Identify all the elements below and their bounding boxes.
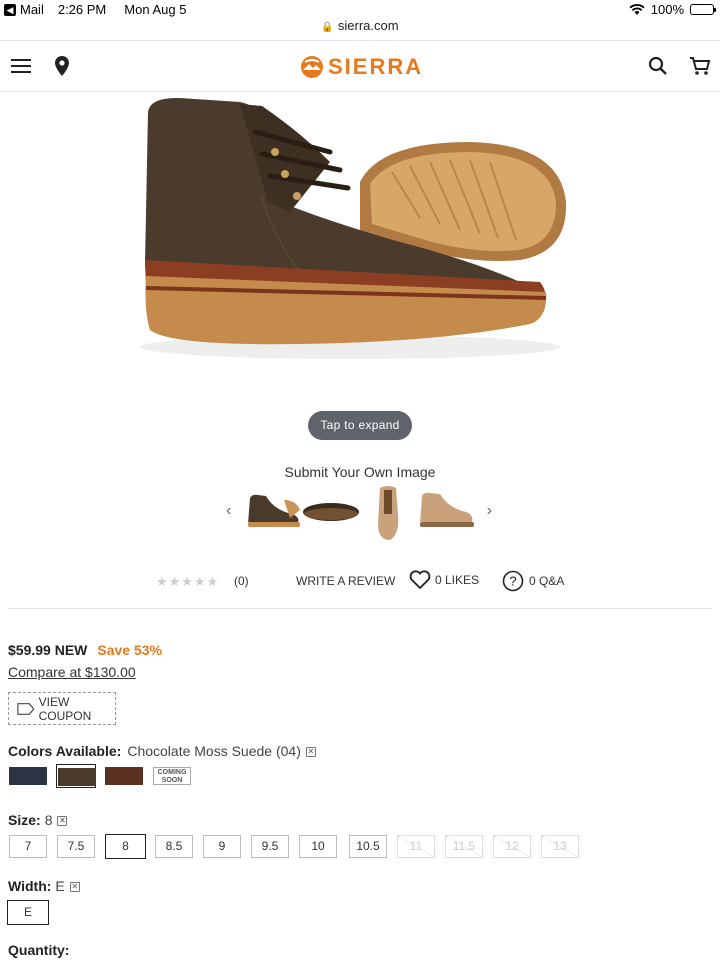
size-option-unavailable: 13 <box>541 835 579 858</box>
wifi-icon <box>629 3 645 15</box>
size-option[interactable]: 10 <box>299 835 337 858</box>
store-locator-icon[interactable] <box>50 54 74 78</box>
question-icon: ? <box>502 570 524 592</box>
chevron-left-icon[interactable]: ‹ <box>226 502 231 520</box>
color-swatch-coming-soon[interactable]: COMING SOON <box>152 764 192 788</box>
back-app-label[interactable]: Mail <box>20 2 44 17</box>
color-swatch-brown[interactable] <box>104 764 144 788</box>
battery-icon <box>690 4 716 15</box>
thumbnail-1[interactable] <box>244 484 302 542</box>
address-bar[interactable]: 🔒 sierra.com <box>0 18 720 40</box>
heart-icon <box>409 570 431 590</box>
color-swatch-navy[interactable] <box>8 764 48 788</box>
brand-wordmark: SIERRA <box>328 54 424 79</box>
price: $59.99 NEW <box>8 642 88 658</box>
size-option[interactable]: 9 <box>203 835 241 858</box>
size-option-selected[interactable]: 8 <box>105 834 146 859</box>
swatch-fill <box>58 768 96 786</box>
sierra-logo-mark-icon <box>301 56 323 78</box>
tap-to-expand-button[interactable]: Tap to expand <box>308 411 412 440</box>
size-option-unavailable: 11 <box>397 835 435 858</box>
width-label: Width: <box>8 878 52 894</box>
url-text: sierra.com <box>337 18 399 33</box>
write-review-link[interactable]: WRITE A REVIEW <box>296 574 395 588</box>
swatch-fill <box>105 767 143 785</box>
cart-icon[interactable] <box>688 54 712 78</box>
coupon-label: VIEW COUPON <box>38 694 92 723</box>
product-image[interactable] <box>0 92 720 402</box>
thumbnail-3[interactable] <box>368 484 408 542</box>
clear-size-icon[interactable]: ✕ <box>57 816 68 827</box>
swatch-fill <box>9 767 47 785</box>
size-heading: Size: 8 ✕ <box>8 812 68 828</box>
size-option[interactable]: 9.5 <box>251 835 289 858</box>
price-row: $59.99 NEW Save 53% <box>8 642 162 658</box>
divider <box>8 608 712 609</box>
back-to-app-icon[interactable]: ◀ <box>4 3 16 16</box>
size-option[interactable]: 7.5 <box>57 835 95 858</box>
status-bar: ◀ Mail 2:26 PM Mon Aug 5 100% <box>0 0 720 20</box>
star-rating: ★★★★★ <box>156 574 220 589</box>
quantity-label: Quantity: <box>8 942 70 958</box>
width-heading: Width: E ✕ <box>8 878 80 894</box>
view-coupon-button[interactable]: VIEW COUPON <box>8 692 116 725</box>
rating-row: ★★★★★ (0) WRITE A REVIEW 0 LIKES ? 0 Q&A <box>0 570 720 594</box>
menu-icon[interactable] <box>9 54 33 78</box>
compare-at-price[interactable]: Compare at $130.00 <box>8 664 136 680</box>
likes-label: 0 LIKES <box>435 573 480 587</box>
submit-own-image-link[interactable]: Submit Your Own Image <box>0 464 720 480</box>
search-icon[interactable] <box>646 54 670 78</box>
size-option-unavailable: 12 <box>493 835 531 858</box>
qa-button[interactable]: ? 0 Q&A <box>502 570 564 592</box>
sierra-logo[interactable]: SIERRA <box>300 53 423 81</box>
svg-text:?: ? <box>509 574 516 589</box>
size-option[interactable]: 7 <box>9 835 47 858</box>
thumbnail-carousel: ‹ › <box>222 484 502 542</box>
colors-available: Colors Available: Chocolate Moss Suede (0… <box>8 743 316 759</box>
chevron-right-icon[interactable]: › <box>487 502 492 520</box>
review-count: (0) <box>234 574 249 588</box>
size-option[interactable]: 8.5 <box>155 835 193 858</box>
colors-label: Colors Available: <box>8 743 122 759</box>
thumbnail-4[interactable] <box>416 484 478 542</box>
save-badge: Save 53% <box>97 642 162 658</box>
selected-size: 8 <box>44 812 53 828</box>
coupon-tag-icon <box>17 702 35 715</box>
width-option-selected[interactable]: E <box>7 900 49 925</box>
size-option-unavailable: 11.5 <box>445 835 483 858</box>
lock-icon: 🔒 <box>321 22 334 33</box>
coming-soon-label: COMING SOON <box>153 767 191 785</box>
status-time: 2:26 PM <box>57 2 107 17</box>
site-header: SIERRA <box>0 40 720 92</box>
clear-width-icon[interactable]: ✕ <box>69 882 80 893</box>
selected-width: E <box>55 878 65 894</box>
size-label: Size: <box>8 812 41 828</box>
size-option[interactable]: 10.5 <box>349 835 387 858</box>
thumbnail-2[interactable] <box>302 484 360 542</box>
likes-button[interactable]: 0 LIKES <box>409 570 479 590</box>
qa-label: 0 Q&A <box>529 574 565 588</box>
battery-percent: 100% <box>650 2 684 17</box>
clear-color-icon[interactable]: ✕ <box>305 747 316 758</box>
selected-color: Chocolate Moss Suede (04) <box>127 743 301 759</box>
status-date: Mon Aug 5 <box>124 2 187 17</box>
color-swatch-chocolate[interactable] <box>56 764 96 788</box>
